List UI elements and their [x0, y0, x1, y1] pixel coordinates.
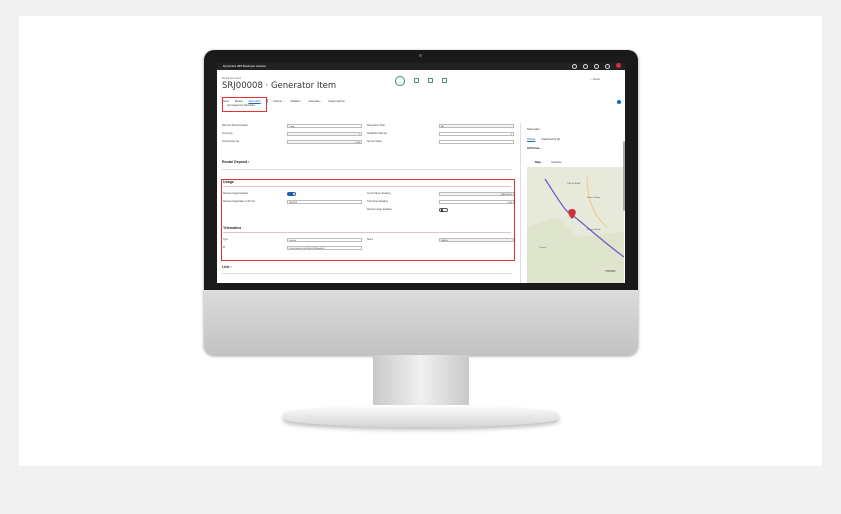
telematics-name-field: GEN-8 [439, 238, 514, 242]
map-toolbar: Map Satellite [527, 157, 624, 167]
field-label: Group Qty [222, 133, 233, 135]
map-label: CALIFORNIA [567, 183, 581, 185]
field-label: Availability Warning [367, 133, 387, 135]
search-icon[interactable] [572, 64, 577, 69]
get-usage-action[interactable]: Get Usage from Telematics [227, 105, 255, 107]
divider [222, 273, 512, 274]
availability-warning-field[interactable]: 0 [439, 132, 514, 136]
top-bar-icons [572, 63, 621, 69]
field-label: Current Meter Reading [367, 193, 391, 195]
gps-data-title[interactable]: GPS Data ⌄ [527, 146, 542, 150]
monitor-bezel: Dynamics 365 Business Central Rental Ite… [204, 50, 638, 290]
divider [223, 232, 511, 233]
share-icon[interactable] [414, 78, 419, 83]
divider [222, 169, 512, 170]
monitor: Dynamics 365 Business Central Rental Ite… [204, 50, 638, 355]
help-icon[interactable] [605, 64, 610, 69]
service-status-field[interactable] [439, 140, 514, 144]
related-menu[interactable]: Related ⌄ [291, 100, 303, 103]
group-gross-qty-field: 0.00 [287, 140, 362, 144]
actions-menu[interactable]: Actions ⌄ [273, 100, 284, 103]
add-icon[interactable] [428, 78, 433, 83]
telematics-type-select[interactable]: Vehicle [287, 238, 362, 242]
telematics-id-field[interactable]: 67ca5a5b-4a1b-11ef-9405-00155d0e6d09 [287, 246, 362, 250]
avatar[interactable] [616, 63, 621, 68]
min-duration-field[interactable]: 1 day [287, 124, 362, 128]
map-label: Dunes Bridge [587, 197, 601, 199]
current-meter-field: 998,188.70 [439, 192, 514, 196]
map-label: TUCSO [605, 269, 616, 273]
time-meter-field[interactable]: 0.00 [439, 200, 514, 204]
field-label: Metered Usage Base of M Cnts [223, 201, 256, 203]
gear-icon[interactable] [594, 64, 599, 69]
monitor-chin [204, 290, 638, 355]
field-label: Time Meter Reading [367, 201, 388, 203]
map-label: Flowing Wells [587, 229, 601, 231]
section-link[interactable]: Link › [222, 265, 232, 269]
section-rental-deposit[interactable]: Rental Deposit › [222, 160, 249, 164]
edit-icon[interactable] [395, 76, 405, 86]
app-top-bar: Dynamics 365 Business Central [217, 63, 625, 70]
field-label: Service Status [367, 141, 382, 143]
factbox-scrollbar[interactable] [623, 141, 625, 211]
field-label: Metered Usage Enabled [223, 193, 248, 195]
monitor-stand-neck [373, 355, 469, 405]
fewer-options-button[interactable]: Fewer options [328, 100, 344, 103]
section-telematics[interactable]: Telematics [223, 226, 241, 230]
section-usage[interactable]: Usage [223, 180, 234, 184]
bell-icon[interactable] [583, 64, 588, 69]
page-title: SRJ00008 · Generator Item [222, 81, 337, 91]
group-qty-field: 1 [287, 132, 362, 136]
delete-icon[interactable] [442, 78, 447, 83]
field-label: Minimum Rental Duration [222, 125, 248, 127]
satellite-tab[interactable]: Satellite [551, 160, 562, 164]
map-canvas [527, 157, 624, 283]
metered-base-select[interactable]: PIECES [287, 200, 362, 204]
tab-attachments[interactable]: Attachments (0) [541, 138, 560, 141]
camera-dot [419, 54, 422, 57]
field-label: Remote Usage Enabled [367, 209, 392, 211]
map-label: Tucson [539, 247, 547, 249]
remote-usage-toggle[interactable] [439, 208, 448, 212]
saved-status: ✓ Saved [590, 78, 600, 81]
factbox-tabs: Details Attachments (0) [527, 138, 560, 141]
factbox-pane: Summary Details Attachments (0) GPS Data… [520, 123, 625, 283]
breadcrumb: Rental Item Card [222, 77, 241, 80]
divider [223, 186, 511, 187]
metered-usage-toggle[interactable] [287, 192, 296, 196]
app-name: Dynamics 365 Business Central [223, 64, 266, 68]
field-label: Type [223, 239, 228, 241]
monitor-stand-base [283, 405, 559, 427]
field-label: Group Gross Qty [222, 141, 240, 143]
reservation-start-field: No [439, 124, 514, 128]
map-tab[interactable]: Map [535, 160, 541, 164]
gps-map[interactable]: Map Satellite CALIFORNIA Dunes Bridge Fl… [527, 157, 624, 283]
automate-menu[interactable]: Automate ⌄ [308, 100, 322, 103]
factbox-summary-title[interactable]: Summary [527, 127, 540, 131]
tab-details[interactable]: Details [527, 138, 535, 141]
notification-dot [617, 100, 621, 104]
screen: Dynamics 365 Business Central Rental Ite… [217, 63, 625, 283]
field-label: ID [223, 247, 226, 249]
field-label: Reservation Start [367, 125, 385, 127]
field-label: Name [367, 239, 374, 241]
